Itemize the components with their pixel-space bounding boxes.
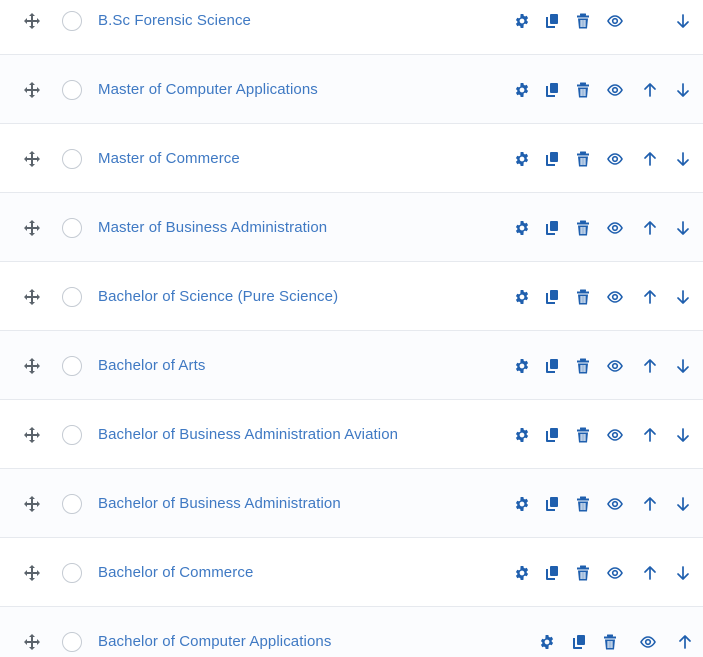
move-down-arrow-icon[interactable] (675, 289, 691, 305)
settings-gear-icon[interactable] (514, 496, 530, 512)
delete-trash-icon[interactable] (575, 289, 591, 305)
select-checkbox[interactable] (62, 631, 82, 652)
settings-gear-icon[interactable] (514, 427, 530, 443)
select-checkbox[interactable] (62, 562, 82, 583)
move-down-arrow-icon[interactable] (675, 220, 691, 236)
course-list: B.Sc Forensic Science Master of Computer … (0, 0, 703, 657)
select-checkbox[interactable] (62, 286, 82, 307)
move-down-arrow-icon[interactable] (675, 151, 691, 167)
visibility-eye-icon[interactable] (607, 13, 623, 29)
move-up-arrow-icon[interactable] (677, 634, 693, 650)
course-title-link[interactable]: Bachelor of Commerce (98, 564, 253, 581)
settings-gear-icon[interactable] (514, 13, 530, 29)
duplicate-copy-icon[interactable] (544, 358, 560, 374)
delete-trash-icon[interactable] (575, 220, 591, 236)
delete-trash-icon[interactable] (602, 634, 618, 650)
duplicate-copy-icon[interactable] (544, 151, 560, 167)
move-handle-icon[interactable] (24, 219, 40, 236)
course-title-link[interactable]: Bachelor of Science (Pure Science) (98, 288, 338, 305)
course-title-link[interactable]: Master of Commerce (98, 150, 240, 167)
list-item: B.Sc Forensic Science (0, 0, 703, 55)
list-item: Bachelor of Science (Pure Science) (0, 262, 703, 331)
delete-trash-icon[interactable] (575, 427, 591, 443)
move-down-arrow-icon[interactable] (675, 358, 691, 374)
visibility-eye-icon[interactable] (607, 151, 623, 167)
course-title-link[interactable]: Bachelor of Business Administration (98, 495, 341, 512)
course-title-link[interactable]: Bachelor of Business Administration Avia… (98, 426, 398, 443)
duplicate-copy-icon[interactable] (544, 289, 560, 305)
move-down-arrow-icon[interactable] (675, 82, 691, 98)
move-up-arrow-icon[interactable] (642, 82, 658, 98)
settings-gear-icon[interactable] (514, 220, 530, 236)
duplicate-copy-icon[interactable] (544, 220, 560, 236)
delete-trash-icon[interactable] (575, 82, 591, 98)
course-title-link[interactable]: B.Sc Forensic Science (98, 12, 251, 29)
move-down-arrow-icon[interactable] (675, 427, 691, 443)
list-item: Master of Commerce (0, 124, 703, 193)
move-handle-icon[interactable] (24, 150, 40, 167)
delete-trash-icon[interactable] (575, 496, 591, 512)
visibility-eye-icon[interactable] (607, 220, 623, 236)
visibility-eye-icon[interactable] (607, 496, 623, 512)
move-down-arrow-icon[interactable] (675, 496, 691, 512)
duplicate-copy-icon[interactable] (571, 634, 587, 650)
list-item: Bachelor of Business Administration (0, 469, 703, 538)
course-title-link[interactable]: Master of Computer Applications (98, 81, 318, 98)
delete-trash-icon[interactable] (575, 151, 591, 167)
visibility-eye-icon[interactable] (607, 289, 623, 305)
move-down-arrow-icon[interactable] (675, 565, 691, 581)
select-checkbox[interactable] (62, 148, 82, 169)
select-checkbox[interactable] (62, 493, 82, 514)
move-handle-icon[interactable] (24, 495, 40, 512)
settings-gear-icon[interactable] (539, 634, 555, 650)
move-handle-icon[interactable] (24, 288, 40, 305)
settings-gear-icon[interactable] (514, 565, 530, 581)
move-up-arrow-icon[interactable] (642, 289, 658, 305)
move-handle-icon[interactable] (24, 81, 40, 98)
move-up-arrow-icon[interactable] (642, 151, 658, 167)
select-checkbox[interactable] (62, 79, 82, 100)
move-handle-icon[interactable] (24, 426, 40, 443)
move-up-arrow-icon[interactable] (642, 565, 658, 581)
move-up-arrow-icon[interactable] (642, 427, 658, 443)
course-title-link[interactable]: Bachelor of Computer Applications (98, 633, 331, 650)
settings-gear-icon[interactable] (514, 289, 530, 305)
visibility-eye-icon[interactable] (607, 358, 623, 374)
select-checkbox[interactable] (62, 10, 82, 31)
move-handle-icon[interactable] (24, 357, 40, 374)
delete-trash-icon[interactable] (575, 565, 591, 581)
duplicate-copy-icon[interactable] (544, 13, 560, 29)
select-checkbox[interactable] (62, 355, 82, 376)
duplicate-copy-icon[interactable] (544, 82, 560, 98)
move-up-arrow-icon[interactable] (642, 220, 658, 236)
move-handle-icon[interactable] (24, 12, 40, 29)
settings-gear-icon[interactable] (514, 82, 530, 98)
move-handle-icon[interactable] (24, 633, 40, 650)
visibility-eye-icon[interactable] (607, 427, 623, 443)
visibility-eye-icon[interactable] (607, 82, 623, 98)
visibility-eye-icon[interactable] (640, 634, 656, 650)
delete-trash-icon[interactable] (575, 358, 591, 374)
course-title-link[interactable]: Master of Business Administration (98, 219, 327, 236)
list-item: Bachelor of Commerce (0, 538, 703, 607)
move-handle-icon[interactable] (24, 564, 40, 581)
list-item: Master of Computer Applications (0, 55, 703, 124)
list-item: Master of Business Administration (0, 193, 703, 262)
duplicate-copy-icon[interactable] (544, 427, 560, 443)
visibility-eye-icon[interactable] (607, 565, 623, 581)
list-item: Bachelor of Business Administration Avia… (0, 400, 703, 469)
course-title-link[interactable]: Bachelor of Arts (98, 357, 206, 374)
move-up-arrow-icon[interactable] (642, 358, 658, 374)
list-item: Bachelor of Arts (0, 331, 703, 400)
duplicate-copy-icon[interactable] (544, 496, 560, 512)
select-checkbox[interactable] (62, 217, 82, 238)
settings-gear-icon[interactable] (514, 358, 530, 374)
duplicate-copy-icon[interactable] (544, 565, 560, 581)
move-up-arrow-icon[interactable] (642, 496, 658, 512)
move-down-arrow-icon[interactable] (675, 13, 691, 29)
list-item: Bachelor of Computer Applications (0, 607, 703, 657)
delete-trash-icon[interactable] (575, 13, 591, 29)
settings-gear-icon[interactable] (514, 151, 530, 167)
select-checkbox[interactable] (62, 424, 82, 445)
